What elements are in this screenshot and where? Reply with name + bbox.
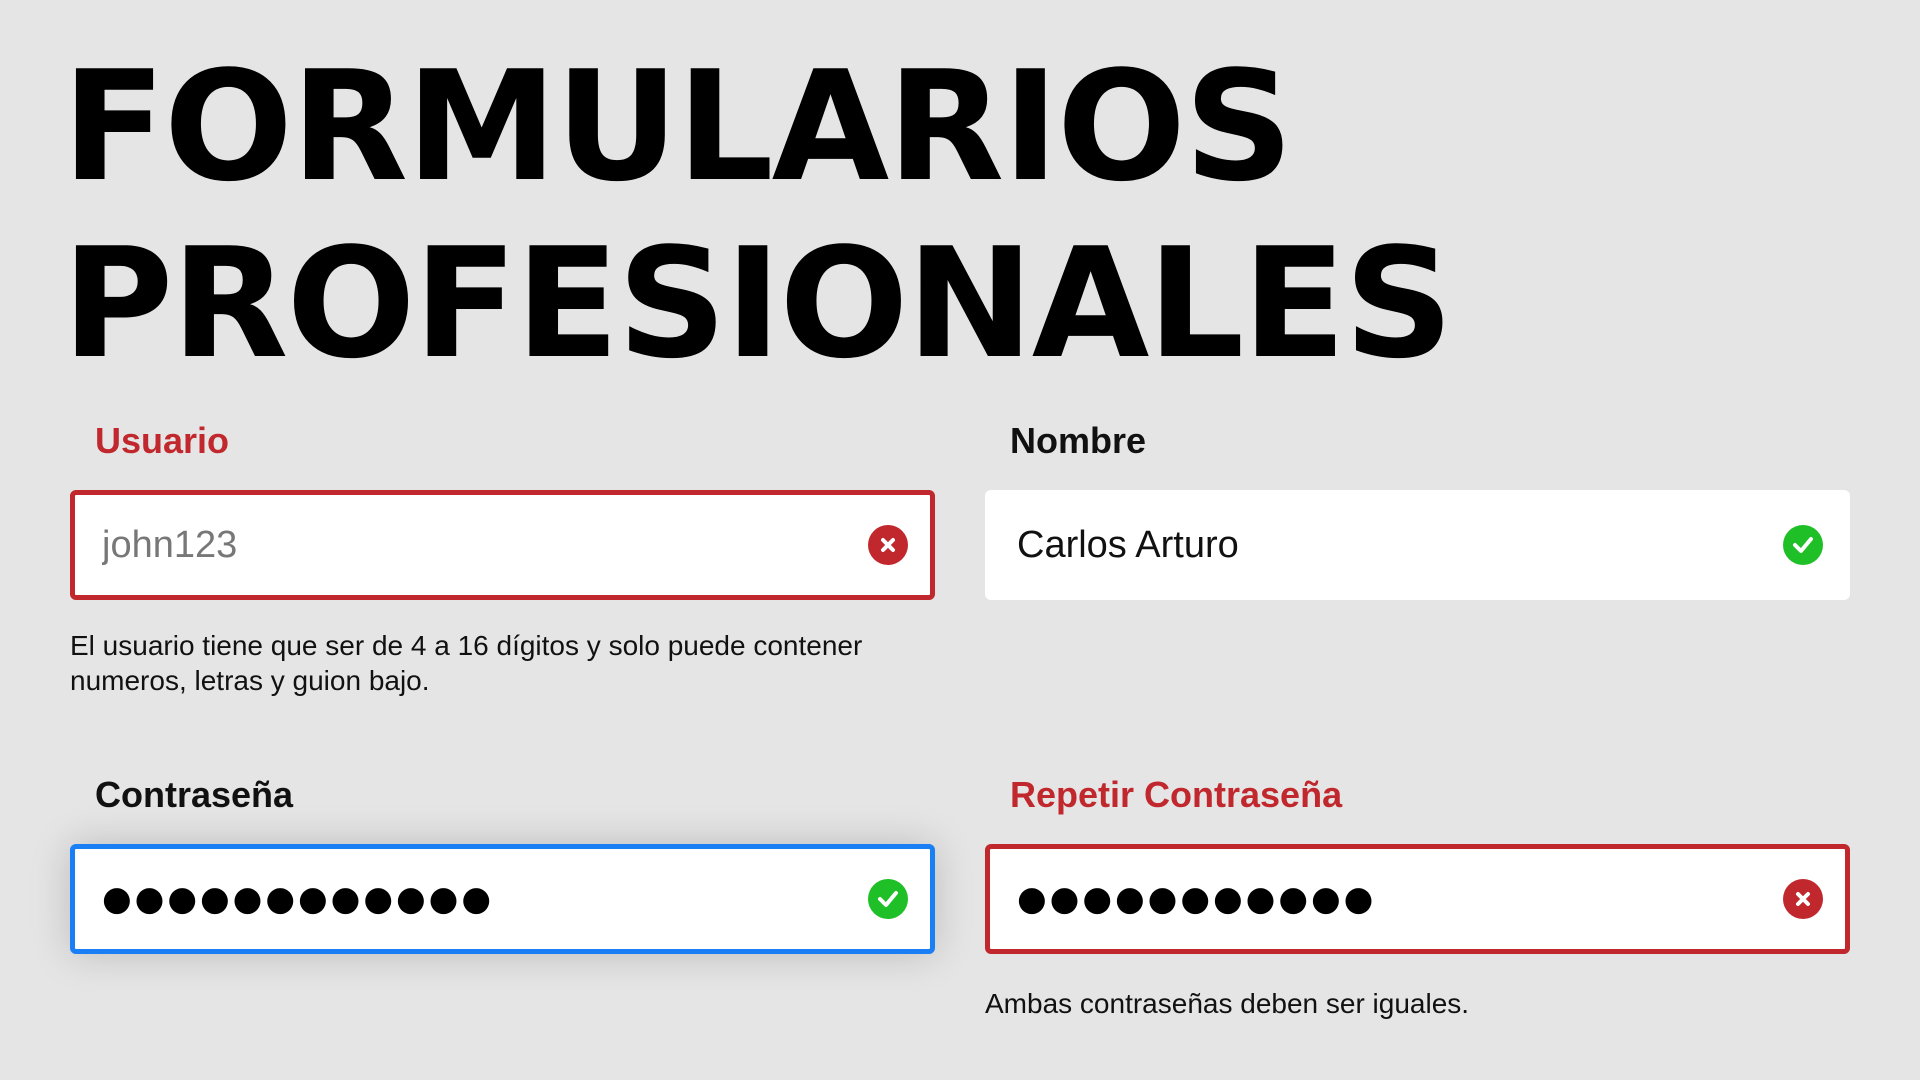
password-input-box[interactable]: ●●●●●●●●●●●●: [70, 844, 935, 954]
usuario-input[interactable]: [75, 495, 868, 595]
nombre-input[interactable]: [990, 495, 1783, 595]
password-input[interactable]: ●●●●●●●●●●●●: [75, 879, 868, 919]
page-title-line-1: FORMULARIOS: [62, 38, 1294, 215]
nombre-input-box[interactable]: [985, 490, 1850, 600]
password2-input-box[interactable]: ●●●●●●●●●●●: [985, 844, 1850, 954]
password-field: Contraseña ●●●●●●●●●●●●: [70, 774, 935, 974]
usuario-label: Usuario: [95, 420, 230, 461]
nombre-label: Nombre: [1010, 420, 1147, 461]
usuario-help-text: El usuario tiene que ser de 4 a 16 dígit…: [70, 630, 863, 696]
password2-label: Repetir Contraseña: [1010, 774, 1343, 815]
password2-help-text: Ambas contraseñas deben ser iguales.: [985, 988, 1470, 1019]
error-x-icon: [868, 525, 908, 565]
nombre-field: Nombre: [985, 420, 1850, 620]
page-title-line-2: PROFESIONALES: [62, 215, 1454, 392]
error-x-icon: [1783, 879, 1823, 919]
usuario-field: Usuario El usuario tiene que ser de 4 a …: [70, 420, 935, 720]
page-title: FORMULARIOS PROFESIONALES: [62, 38, 1454, 392]
check-icon: [1783, 525, 1823, 565]
password-label: Contraseña: [95, 774, 294, 815]
check-icon: [868, 879, 908, 919]
password2-field: Repetir Contraseña ●●●●●●●●●●● Ambas con…: [985, 774, 1850, 1034]
password2-input[interactable]: ●●●●●●●●●●●: [990, 879, 1783, 919]
usuario-input-box[interactable]: [70, 490, 935, 600]
